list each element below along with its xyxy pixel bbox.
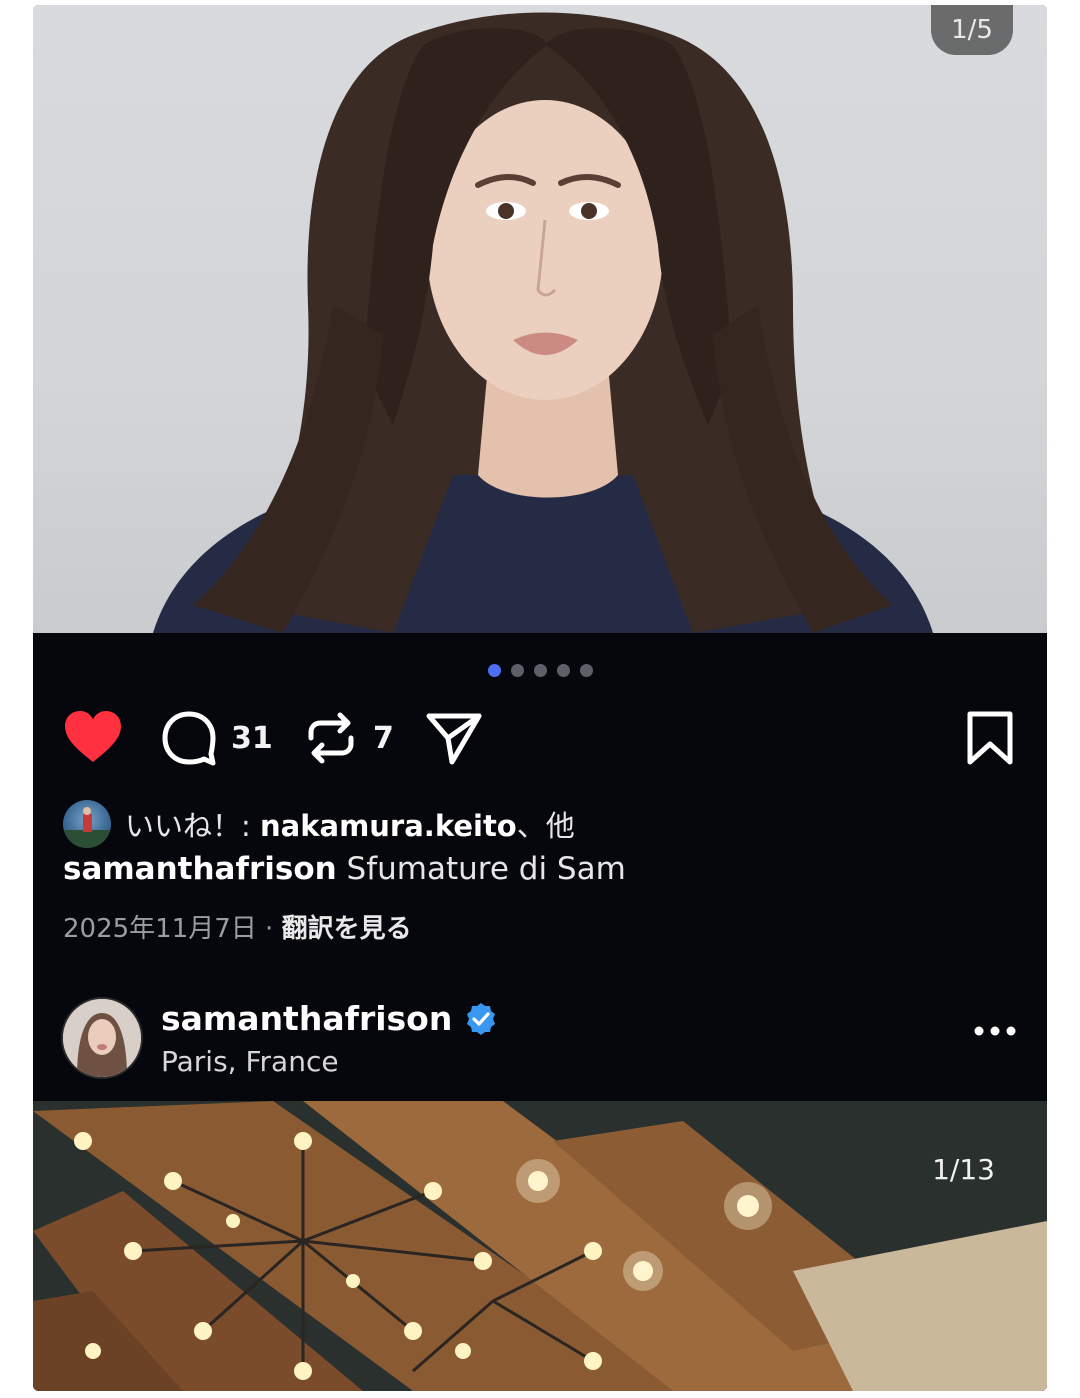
portrait-image: [153, 12, 933, 633]
post-location[interactable]: Paris, France: [161, 1045, 339, 1078]
more-options-button[interactable]: [973, 1021, 1017, 1041]
carousel-dot[interactable]: [533, 664, 547, 677]
comment-count: 31: [231, 720, 273, 756]
carousel-dot[interactable]: [556, 664, 570, 677]
liked-by-line[interactable]: いいね！: nakamura.keito、他: [63, 798, 575, 850]
author-username[interactable]: samanthafrison: [161, 999, 452, 1038]
translate-link[interactable]: 翻訳を見る: [282, 914, 412, 944]
liker-avatar[interactable]: [63, 800, 111, 848]
like-button[interactable]: [63, 705, 123, 771]
comment-icon: [162, 711, 216, 766]
meta-separator: ·: [256, 914, 282, 944]
post-meta: 2025年11月7日 · 翻訳を見る: [63, 908, 412, 945]
bookmark-icon: [967, 711, 1013, 765]
post-header: samanthafrison Paris, France: [33, 995, 1047, 1087]
liked-suffix[interactable]: 、他: [517, 809, 575, 843]
share-button[interactable]: [425, 705, 483, 771]
carousel-dot[interactable]: [579, 664, 593, 677]
feed-frame: 1/5 31 7 いいね！: nakamura.keito、他 samantha…: [33, 5, 1047, 1391]
post-date: 2025年11月7日: [63, 914, 257, 944]
more-icon: [974, 1026, 1016, 1036]
caption-text: Sfumature di Sam: [336, 851, 626, 887]
carousel-dot-active[interactable]: [487, 664, 501, 677]
repost-icon: [308, 712, 354, 764]
repost-count: 7: [373, 720, 394, 756]
share-icon: [426, 713, 482, 765]
ceiling-lights-image: [33, 1101, 1047, 1391]
post-photo[interactable]: 1/5: [33, 5, 1047, 633]
post-photo-2[interactable]: 1/13: [33, 1101, 1047, 1391]
liked-by-text: いいね！: nakamura.keito、他: [125, 803, 575, 845]
avatar-image: [63, 999, 141, 1077]
caption: samanthafrison Sfumature di Sam: [63, 851, 626, 887]
bookmark-button[interactable]: [965, 705, 1015, 771]
author-avatar[interactable]: [61, 997, 143, 1079]
image-counter: 1/5: [931, 5, 1013, 55]
carousel-dots: [33, 662, 1047, 678]
comment-button[interactable]: 31: [161, 705, 273, 771]
caption-username[interactable]: samanthafrison: [63, 851, 337, 887]
liked-prefix: いいね！:: [125, 809, 260, 843]
repost-button[interactable]: 7: [303, 705, 394, 771]
liked-by-user-link[interactable]: nakamura.keito: [260, 809, 517, 843]
verified-badge-icon: [467, 1002, 496, 1035]
carousel-dot[interactable]: [510, 664, 524, 677]
image-counter-2: 1/13: [932, 1153, 995, 1186]
action-bar: 31 7: [63, 705, 1023, 771]
avatar-image: [63, 807, 111, 848]
heart-icon: [65, 711, 121, 762]
author-name-row: samanthafrison: [161, 999, 498, 1038]
